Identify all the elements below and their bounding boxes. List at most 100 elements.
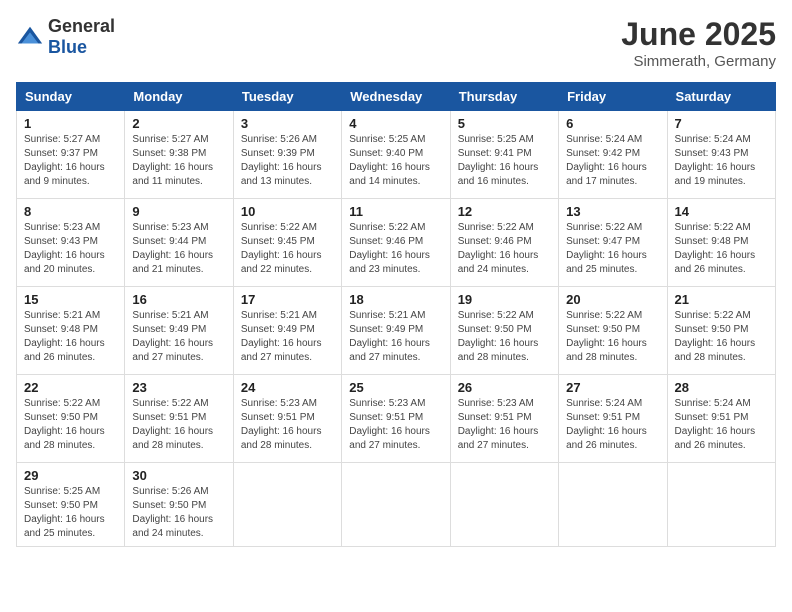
week-row: 15 Sunrise: 5:21 AMSunset: 9:48 PMDayligh… [17,287,776,375]
day-number: 2 [132,116,225,131]
table-cell: 28 Sunrise: 5:24 AMSunset: 9:51 PMDayligh… [667,375,775,463]
table-cell: 30Sunrise: 5:26 AMSunset: 9:50 PMDayligh… [125,463,233,547]
table-cell: 19Sunrise: 5:22 AMSunset: 9:50 PMDayligh… [450,287,558,375]
day-info: Sunrise: 5:24 AMSunset: 9:42 PMDaylight:… [566,133,659,189]
day-info: Sunrise: 5:23 AMSunset: 9:51 PMDaylight:… [241,397,334,453]
table-cell [450,463,558,547]
day-number: 15 [24,292,117,307]
table-cell: 27 Sunrise: 5:24 AMSunset: 9:51 PMDayligh… [559,375,667,463]
day-info: Sunrise: 5:22 AMSunset: 9:50 PMDaylight:… [24,397,117,453]
table-cell [342,463,450,547]
page-header: General Blue June 2025 Simmerath, German… [16,16,776,70]
header-saturday: Saturday [667,83,775,111]
table-cell [559,463,667,547]
table-cell: 21 Sunrise: 5:22 AMSunset: 9:50 PMDayligh… [667,287,775,375]
table-cell: 25 Sunrise: 5:23 AMSunset: 9:51 PMDayligh… [342,375,450,463]
table-cell: 4 Sunrise: 5:25 AMSunset: 9:40 PMDaylight… [342,111,450,199]
day-number: 24 [241,380,334,395]
day-number: 4 [349,116,442,131]
day-info: Sunrise: 5:24 AMSunset: 9:51 PMDaylight:… [566,397,659,453]
day-info: Sunrise: 5:22 AMSunset: 9:50 PMDaylight:… [458,309,551,365]
table-cell: 13Sunrise: 5:22 AMSunset: 9:47 PMDayligh… [559,199,667,287]
table-cell: 24 Sunrise: 5:23 AMSunset: 9:51 PMDayligh… [233,375,341,463]
table-cell [233,463,341,547]
table-cell: 17 Sunrise: 5:21 AMSunset: 9:49 PMDayligh… [233,287,341,375]
day-number: 8 [24,204,117,219]
table-cell: 7Sunrise: 5:24 AMSunset: 9:43 PMDaylight… [667,111,775,199]
header-monday: Monday [125,83,233,111]
table-cell: 22Sunrise: 5:22 AMSunset: 9:50 PMDayligh… [17,375,125,463]
day-info: Sunrise: 5:27 AMSunset: 9:38 PMDaylight:… [132,133,225,189]
calendar-table: Sunday Monday Tuesday Wednesday Thursday… [16,82,776,547]
day-number: 25 [349,380,442,395]
day-number: 1 [24,116,117,131]
day-info: Sunrise: 5:25 AMSunset: 9:50 PMDaylight:… [24,485,117,541]
table-cell: 11Sunrise: 5:22 AMSunset: 9:46 PMDayligh… [342,199,450,287]
header-tuesday: Tuesday [233,83,341,111]
day-info: Sunrise: 5:22 AMSunset: 9:46 PMDaylight:… [349,221,442,277]
day-number: 23 [132,380,225,395]
day-info: Sunrise: 5:24 AMSunset: 9:51 PMDaylight:… [675,397,768,453]
header-friday: Friday [559,83,667,111]
weekday-header-row: Sunday Monday Tuesday Wednesday Thursday… [17,83,776,111]
day-number: 10 [241,204,334,219]
day-info: Sunrise: 5:25 AMSunset: 9:41 PMDaylight:… [458,133,551,189]
header-wednesday: Wednesday [342,83,450,111]
table-cell: 12 Sunrise: 5:22 AMSunset: 9:46 PMDayligh… [450,199,558,287]
day-info: Sunrise: 5:22 AMSunset: 9:45 PMDaylight:… [241,221,334,277]
day-info: Sunrise: 5:25 AMSunset: 9:40 PMDaylight:… [349,133,442,189]
day-number: 26 [458,380,551,395]
logo-icon [16,23,44,51]
day-number: 6 [566,116,659,131]
table-cell: 8Sunrise: 5:23 AMSunset: 9:43 PMDaylight… [17,199,125,287]
logo-general: General [48,16,115,36]
day-number: 5 [458,116,551,131]
day-info: Sunrise: 5:22 AMSunset: 9:46 PMDaylight:… [458,221,551,277]
logo-blue: Blue [48,37,87,57]
table-cell [667,463,775,547]
header-sunday: Sunday [17,83,125,111]
week-row: 8Sunrise: 5:23 AMSunset: 9:43 PMDaylight… [17,199,776,287]
day-info: Sunrise: 5:21 AMSunset: 9:49 PMDaylight:… [241,309,334,365]
day-info: Sunrise: 5:23 AMSunset: 9:51 PMDaylight:… [458,397,551,453]
table-cell: 14 Sunrise: 5:22 AMSunset: 9:48 PMDayligh… [667,199,775,287]
day-info: Sunrise: 5:26 AMSunset: 9:39 PMDaylight:… [241,133,334,189]
day-info: Sunrise: 5:21 AMSunset: 9:48 PMDaylight:… [24,309,117,365]
day-info: Sunrise: 5:22 AMSunset: 9:50 PMDaylight:… [675,309,768,365]
table-cell: 1Sunrise: 5:27 AMSunset: 9:37 PMDaylight… [17,111,125,199]
table-cell: 3 Sunrise: 5:26 AMSunset: 9:39 PMDaylight… [233,111,341,199]
header-thursday: Thursday [450,83,558,111]
day-number: 20 [566,292,659,307]
day-number: 21 [675,292,768,307]
day-info: Sunrise: 5:22 AMSunset: 9:51 PMDaylight:… [132,397,225,453]
day-number: 12 [458,204,551,219]
title-block: June 2025 Simmerath, Germany [621,16,776,70]
table-cell: 29 Sunrise: 5:25 AMSunset: 9:50 PMDayligh… [17,463,125,547]
day-info: Sunrise: 5:22 AMSunset: 9:48 PMDaylight:… [675,221,768,277]
day-info: Sunrise: 5:21 AMSunset: 9:49 PMDaylight:… [132,309,225,365]
day-number: 13 [566,204,659,219]
logo: General Blue [16,16,115,58]
day-info: Sunrise: 5:21 AMSunset: 9:49 PMDaylight:… [349,309,442,365]
day-number: 28 [675,380,768,395]
day-number: 3 [241,116,334,131]
table-cell: 2 Sunrise: 5:27 AMSunset: 9:38 PMDaylight… [125,111,233,199]
table-cell: 26 Sunrise: 5:23 AMSunset: 9:51 PMDayligh… [450,375,558,463]
table-cell: 10 Sunrise: 5:22 AMSunset: 9:45 PMDayligh… [233,199,341,287]
day-info: Sunrise: 5:24 AMSunset: 9:43 PMDaylight:… [675,133,768,189]
day-number: 16 [132,292,225,307]
day-number: 18 [349,292,442,307]
month-title: June 2025 [621,16,776,53]
day-number: 17 [241,292,334,307]
location: Simmerath, Germany [621,53,776,70]
table-cell: 16 Sunrise: 5:21 AMSunset: 9:49 PMDayligh… [125,287,233,375]
table-cell: 6 Sunrise: 5:24 AMSunset: 9:42 PMDaylight… [559,111,667,199]
logo-text: General Blue [48,16,115,58]
day-number: 27 [566,380,659,395]
day-number: 29 [24,468,117,483]
table-cell: 15 Sunrise: 5:21 AMSunset: 9:48 PMDayligh… [17,287,125,375]
day-number: 30 [132,468,225,483]
day-info: Sunrise: 5:23 AMSunset: 9:51 PMDaylight:… [349,397,442,453]
day-number: 14 [675,204,768,219]
week-row: 22Sunrise: 5:22 AMSunset: 9:50 PMDayligh… [17,375,776,463]
